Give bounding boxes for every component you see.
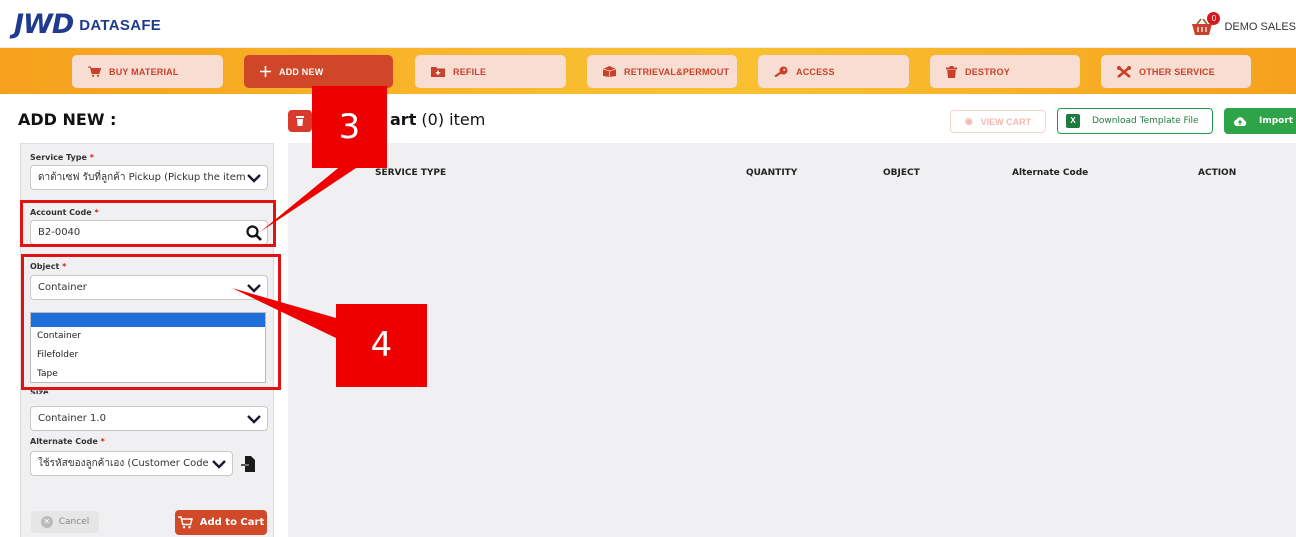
nav-destroy-label: DESTROY [965,66,1010,77]
file-import-icon[interactable] [241,456,255,472]
size-select[interactable]: Container 1.0 [30,406,268,431]
add-to-cart-button[interactable]: Add to Cart [175,510,267,535]
nav-add-new[interactable]: ADD NEW [244,55,393,88]
chevron-down-icon [212,459,226,469]
nav-access[interactable]: ACCESS [758,55,909,88]
logo-mark: JWD [14,9,74,40]
nav-buy-material[interactable]: BUY MATERIAL [72,55,223,88]
cloud-upload-icon [1234,116,1247,126]
import-label: Import [1259,116,1294,126]
cart-icon [177,516,193,529]
page-title: ADD NEW : [18,110,117,129]
box-icon [603,66,616,77]
trash-icon [296,116,304,126]
import-button[interactable]: Import [1224,108,1296,134]
chevron-down-icon [247,173,261,183]
cart-count-badge: 0 [1207,12,1221,25]
logo-text: DATASAFE [79,16,162,34]
basket-icon[interactable]: 0 [1190,12,1221,36]
view-cart-button[interactable]: ◉ VIEW CART [950,110,1046,133]
alternate-code-value: ใช้รหัสของลูกค้าเอง (Customer Code [38,458,209,469]
nav-refile[interactable]: REFILE [415,55,566,88]
callout-4: 4 [336,304,427,387]
close-icon: ✕ [40,516,53,528]
service-type-value: ดาต้าเซฟ รับที่ลูกค้า Pickup (Pickup the… [38,172,245,183]
highlight-object [21,254,281,390]
main-nav: BUY MATERIAL ADD NEW REFILE RETRIEVAL&PE… [0,48,1296,94]
cart-trash-button[interactable] [288,110,312,132]
logo[interactable]: JWD DATASAFE [14,10,161,40]
eye-icon: ◉ [964,116,973,126]
highlight-account-code [20,200,276,247]
column-header-quantity: QUANTITY [746,168,798,178]
column-header-action: ACTION [1198,168,1237,178]
top-bar: JWD DATASAFE 0 DEMO SALES [0,0,1296,48]
cart-table: SERVICE TYPE QUANTITY OBJECT Alternate C… [288,143,1296,537]
user-name[interactable]: DEMO SALES [1224,21,1296,33]
nav-buy-material-label: BUY MATERIAL [109,66,179,77]
alternate-code-label: Alternate Code * [30,437,105,446]
key-icon [774,66,788,77]
view-cart-label: VIEW CART [980,116,1032,127]
alternate-code-select[interactable]: ใช้รหัสของลูกค้าเอง (Customer Code [30,451,233,476]
tools-icon [1117,65,1131,78]
cancel-label: Cancel [58,517,90,527]
size-value: Container 1.0 [38,413,106,424]
nav-retrieval-permout-label: RETRIEVAL&PERMOUT [624,66,730,77]
trash-icon [946,65,957,78]
nav-destroy[interactable]: DESTROY [930,55,1080,88]
add-to-cart-label: Add to Cart [199,517,265,528]
service-type-label: Service Type * [30,153,94,162]
chevron-down-icon [247,414,261,424]
nav-retrieval-permout[interactable]: RETRIEVAL&PERMOUT [587,55,737,88]
nav-other-service-label: OTHER SERVICE [1139,66,1215,77]
service-type-select[interactable]: ดาต้าเซฟ รับที่ลูกค้า Pickup (Pickup the… [30,165,268,190]
callout-3: 3 [312,86,387,168]
cart-icon [88,66,101,77]
folder-plus-icon [431,67,445,77]
nav-add-new-label: ADD NEW [279,66,324,77]
plus-icon [260,66,271,77]
column-header-service-type: SERVICE TYPE [375,168,447,178]
column-header-alternate-code: Alternate Code [1012,168,1089,178]
excel-icon: X [1066,114,1080,128]
cancel-button[interactable]: ✕ Cancel [31,511,99,533]
download-template-label: Download Template File [1092,116,1199,126]
column-header-object: OBJECT [883,168,920,178]
user-area: 0 DEMO SALES [1190,12,1296,36]
download-template-button[interactable]: X Download Template File [1057,108,1213,134]
nav-access-label: ACCESS [796,66,835,77]
nav-refile-label: REFILE [453,66,487,77]
nav-other-service[interactable]: OTHER SERVICE [1101,55,1251,88]
cart-title: art (0) item [390,110,486,129]
